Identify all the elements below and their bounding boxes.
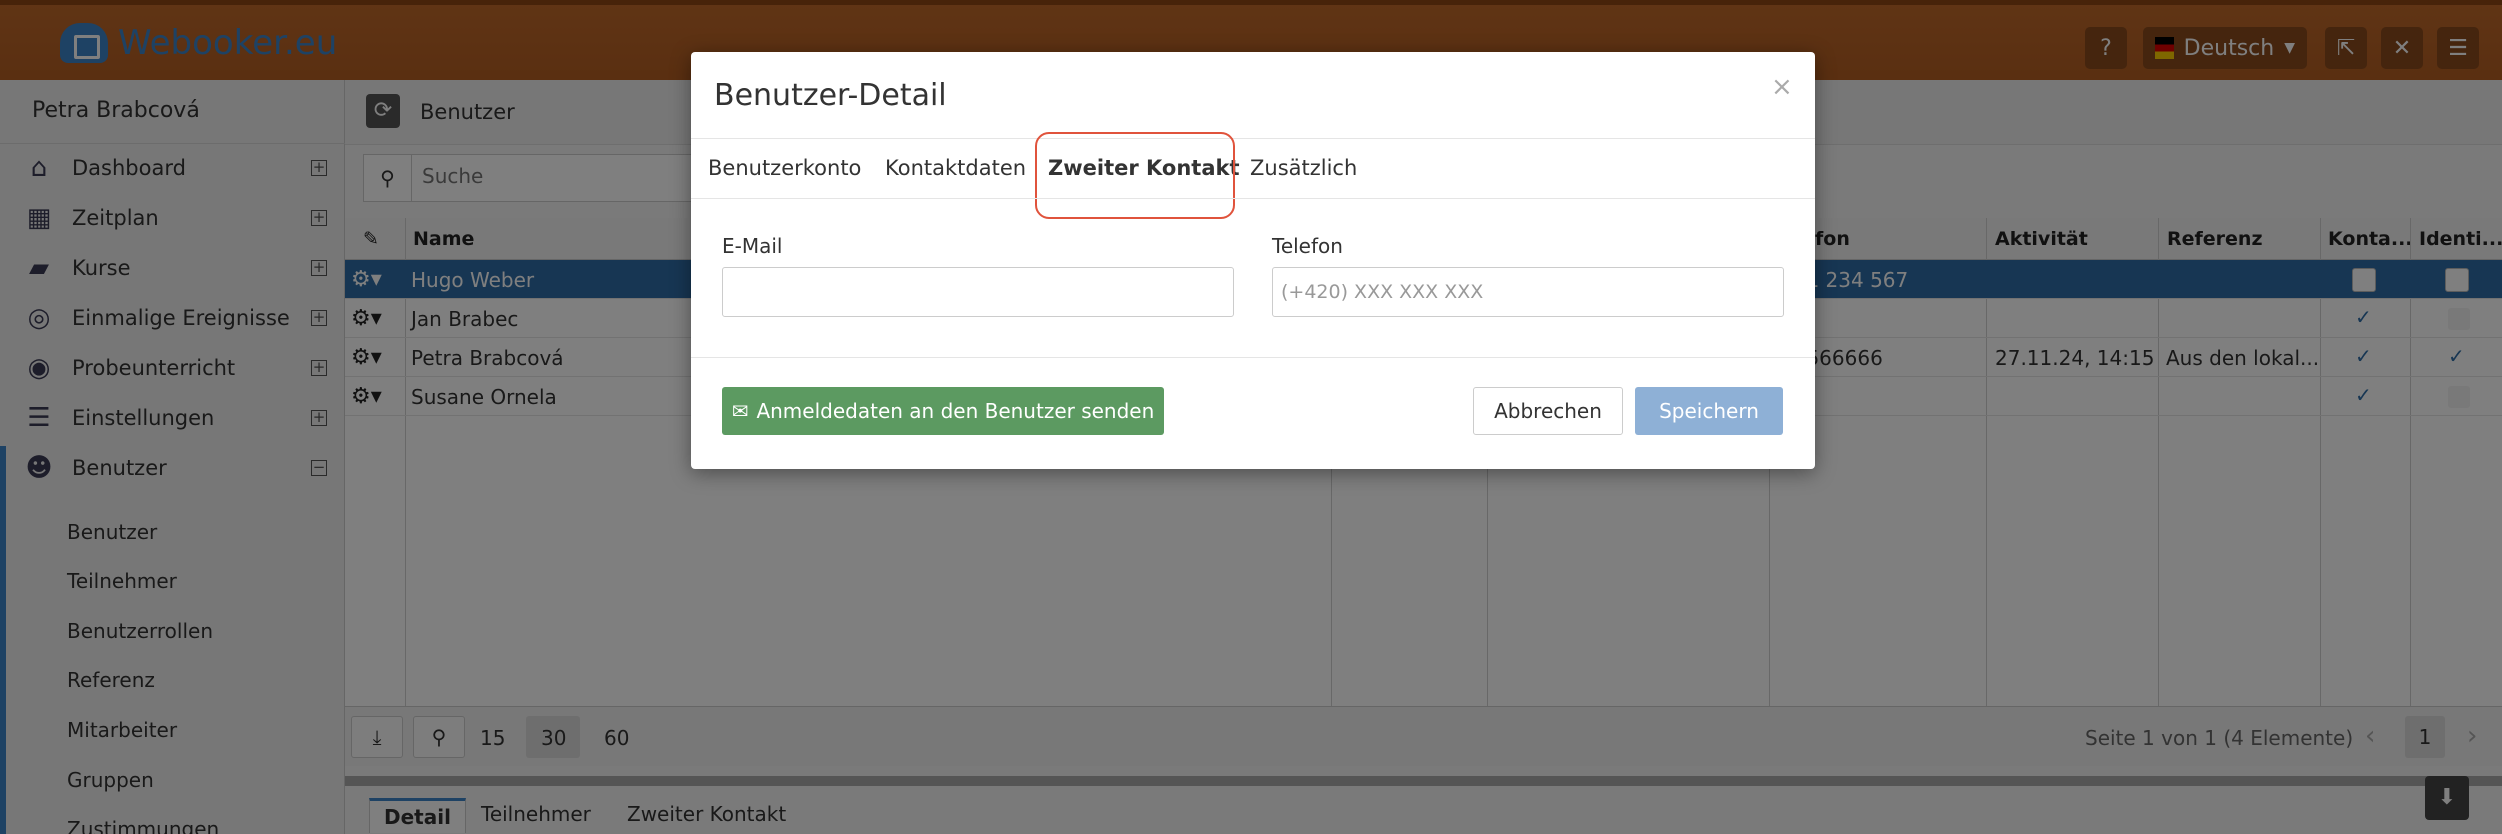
phone-field[interactable] xyxy=(1272,267,1784,317)
dialog-divider xyxy=(691,357,1815,358)
tab-kontaktdaten[interactable]: Kontaktdaten xyxy=(885,156,1026,180)
send-credentials-button[interactable]: ✉ Anmeldedaten an den Benutzer senden xyxy=(722,387,1164,435)
close-icon[interactable]: × xyxy=(1771,72,1793,102)
email-field[interactable] xyxy=(722,267,1234,317)
user-detail-dialog: Benutzer-Detail × Benutzerkonto Kontaktd… xyxy=(691,52,1815,469)
phone-label: Telefon xyxy=(1272,234,1343,258)
dialog-divider xyxy=(691,198,1815,199)
email-label: E-Mail xyxy=(722,234,783,258)
cancel-button[interactable]: Abbrechen xyxy=(1473,387,1623,435)
save-button[interactable]: Speichern xyxy=(1635,387,1783,435)
dialog-divider xyxy=(691,138,1815,139)
tab-zusaetzlich[interactable]: Zusätzlich xyxy=(1250,156,1357,180)
tab-highlight-annotation xyxy=(1035,132,1235,219)
dialog-title: Benutzer-Detail xyxy=(714,78,947,113)
send-credentials-label: Anmeldedaten an den Benutzer senden xyxy=(756,399,1155,423)
envelope-icon: ✉ xyxy=(731,399,749,423)
tab-benutzerkonto[interactable]: Benutzerkonto xyxy=(708,156,861,180)
